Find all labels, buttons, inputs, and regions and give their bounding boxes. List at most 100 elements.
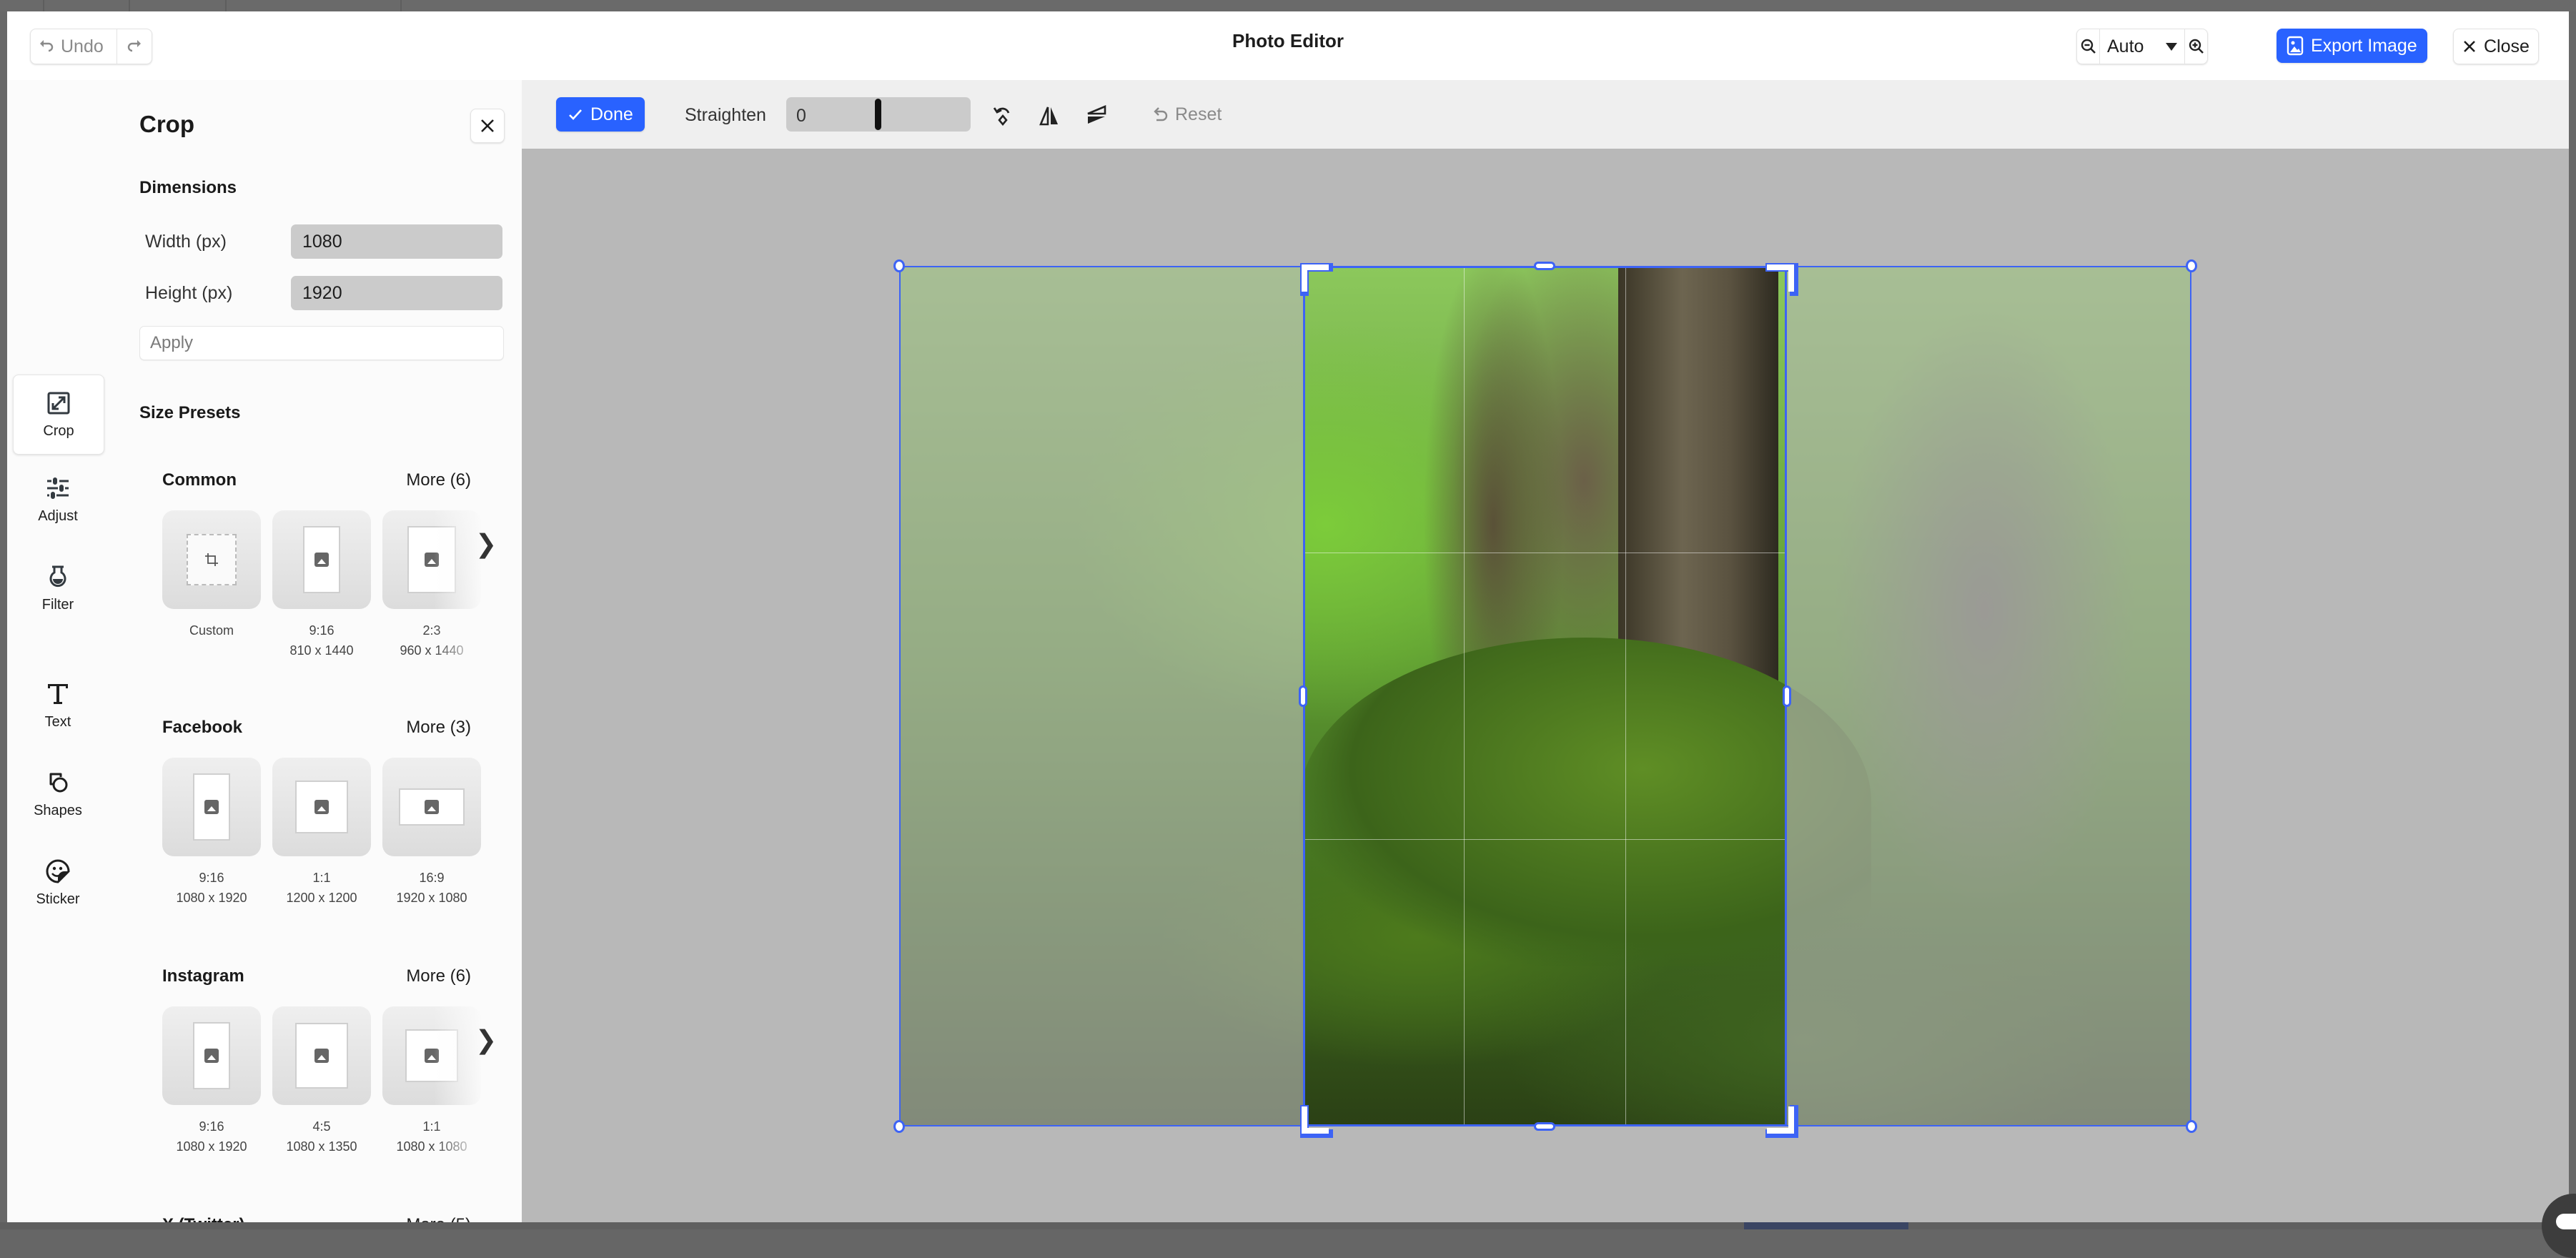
rail-item-adjust[interactable]: Adjust — [13, 460, 103, 539]
preset-size: 1920 x 1080 — [396, 891, 467, 905]
rail-item-crop[interactable]: Crop — [13, 375, 104, 455]
preset-ratio: 4:5 — [312, 1119, 331, 1134]
background-bottom-bar — [0, 1222, 2576, 1229]
preset-ratio: 1:1 — [312, 871, 331, 885]
rail-label: Text — [44, 713, 71, 730]
preset-caption: 9:16 1080 x 1920 — [162, 1116, 261, 1157]
preset-caption: 1:1 1200 x 1200 — [272, 868, 371, 908]
crop-corner-handle-top-left[interactable] — [1302, 264, 1329, 292]
preset-group-header: Instagram More (6) — [162, 966, 471, 988]
background-tab-divider — [129, 0, 130, 11]
preset-card[interactable]: 4:5 1080 x 1350 — [272, 1006, 371, 1157]
more-presets-link[interactable]: More (5) — [406, 1215, 471, 1222]
preset-size: 1080 x 1350 — [286, 1139, 357, 1154]
preset-group-header: X (Twitter) More (5) — [162, 1215, 471, 1222]
sliders-icon — [47, 477, 69, 499]
rail-item-shapes[interactable]: Shapes — [13, 755, 103, 833]
background-bottom-accent — [1744, 1222, 1908, 1229]
preset-card[interactable]: 9:16 1080 x 1920 — [162, 758, 261, 908]
preset-carousel: 9:16 1080 x 1920 4:5 1080 x 1350 1:1 1080 x… — [162, 1006, 484, 1164]
sticker-icon — [46, 858, 70, 883]
straighten-value: 0 — [796, 106, 806, 126]
rail-label: Shapes — [34, 802, 82, 818]
height-label: Height (px) — [145, 283, 233, 303]
export-image-button[interactable]: Export Image — [2277, 29, 2427, 63]
panel-close-button[interactable] — [470, 109, 505, 143]
preset-frame — [193, 1022, 230, 1089]
chevron-right-icon[interactable]: ❯ — [475, 529, 497, 559]
background-topbar — [0, 0, 2576, 11]
preset-ratio: 9:16 — [309, 623, 335, 638]
crop-corner-handle-top-right[interactable] — [1767, 264, 1794, 292]
preset-thumbnail — [272, 510, 371, 609]
rail-item-filter[interactable]: Filter — [13, 549, 103, 628]
preset-group-header: Common More (6) — [162, 470, 471, 492]
text-icon — [48, 683, 68, 704]
crop-edge-handle-left[interactable] — [1299, 685, 1307, 707]
height-input[interactable] — [291, 276, 502, 310]
crop-edge-handle-top[interactable] — [1534, 262, 1555, 270]
preset-card[interactable]: 16:9 1920 x 1080 — [382, 758, 481, 908]
crop-panel: Crop Dimensions Width (px) Height (px) A… — [132, 80, 505, 1222]
preset-thumbnail — [162, 1006, 261, 1105]
left-panel: Crop Adjust Filter Text Shapes Sticker C… — [7, 80, 522, 1222]
image-placeholder-icon — [425, 800, 439, 814]
image-corner-handle[interactable] — [2186, 259, 2197, 272]
preset-group-name: Instagram — [162, 966, 244, 986]
preset-card-custom[interactable]: Custom — [162, 510, 261, 640]
preset-size: 810 x 1440 — [289, 643, 354, 658]
preset-carousel: Custom 9:16 810 x 1440 2:3 960 x 1440 — [162, 510, 484, 668]
crop-corner-handle-bottom-right[interactable] — [1767, 1106, 1794, 1134]
rail-label: Crop — [43, 422, 74, 439]
apply-button[interactable]: Apply — [139, 326, 504, 360]
reset-button[interactable]: Reset — [1151, 104, 1222, 125]
preset-caption: 16:9 1920 x 1080 — [382, 868, 481, 908]
preset-frame — [193, 773, 230, 841]
more-presets-link[interactable]: More (6) — [406, 966, 471, 986]
zoom-out-button[interactable] — [2077, 29, 2099, 64]
slider-thumb[interactable] — [875, 99, 881, 130]
preset-card[interactable]: 1:1 1200 x 1200 — [272, 758, 371, 908]
chevron-right-icon[interactable]: ❯ — [475, 1025, 497, 1055]
done-button[interactable]: Done — [556, 97, 645, 132]
image-corner-handle[interactable] — [2186, 1120, 2197, 1133]
rail-label: Filter — [41, 596, 74, 613]
preset-card[interactable]: 9:16 810 x 1440 — [272, 510, 371, 660]
preset-size: 1080 x 1920 — [176, 891, 247, 905]
zoom-in-icon — [2189, 39, 2204, 54]
image-corner-handle[interactable] — [893, 259, 905, 272]
reset-icon — [1154, 107, 1168, 121]
more-presets-link[interactable]: More (3) — [406, 718, 471, 738]
close-editor-button[interactable]: Close — [2453, 29, 2539, 64]
rotate-icon[interactable] — [991, 103, 1015, 127]
check-icon — [569, 109, 582, 120]
rail-item-sticker[interactable]: Sticker — [13, 843, 103, 922]
flip-horizontal-icon[interactable] — [1037, 103, 1061, 127]
crop-edge-handle-right[interactable] — [1783, 685, 1791, 707]
zoom-level-select[interactable]: Auto — [2099, 29, 2185, 64]
preset-group-name: X (Twitter) — [162, 1215, 245, 1222]
width-input[interactable] — [291, 224, 502, 259]
straighten-slider[interactable]: 0 — [786, 97, 971, 132]
close-label: Close — [2484, 36, 2530, 56]
crop-edge-handle-bottom[interactable] — [1534, 1122, 1555, 1131]
image-corner-handle[interactable] — [893, 1120, 905, 1133]
preset-caption: 9:16 1080 x 1920 — [162, 868, 261, 908]
more-presets-link[interactable]: More (6) — [406, 470, 471, 490]
background-tab-divider — [400, 0, 402, 11]
shapes-icon — [49, 773, 68, 792]
preset-group-common: Common More (6) Custom 9:16 810 x 1440 2… — [162, 470, 497, 678]
rail-item-text[interactable]: Text — [13, 666, 103, 745]
height-row: Height (px) — [139, 276, 504, 310]
preset-card[interactable]: 9:16 1080 x 1920 — [162, 1006, 261, 1157]
crop-selection-box[interactable] — [1303, 266, 1787, 1126]
preset-size: 1080 x 1920 — [176, 1139, 247, 1154]
flip-vertical-icon[interactable] — [1084, 103, 1108, 127]
custom-frame — [187, 534, 237, 585]
preset-thumbnail — [272, 1006, 371, 1105]
zoom-in-button[interactable] — [2185, 29, 2207, 64]
preset-group-instagram: Instagram More (6) 9:16 1080 x 1920 4:5 10… — [162, 966, 497, 1174]
preset-thumbnail — [162, 510, 261, 609]
crop-corner-handle-bottom-left[interactable] — [1302, 1106, 1329, 1134]
rail-label: Sticker — [36, 891, 80, 907]
